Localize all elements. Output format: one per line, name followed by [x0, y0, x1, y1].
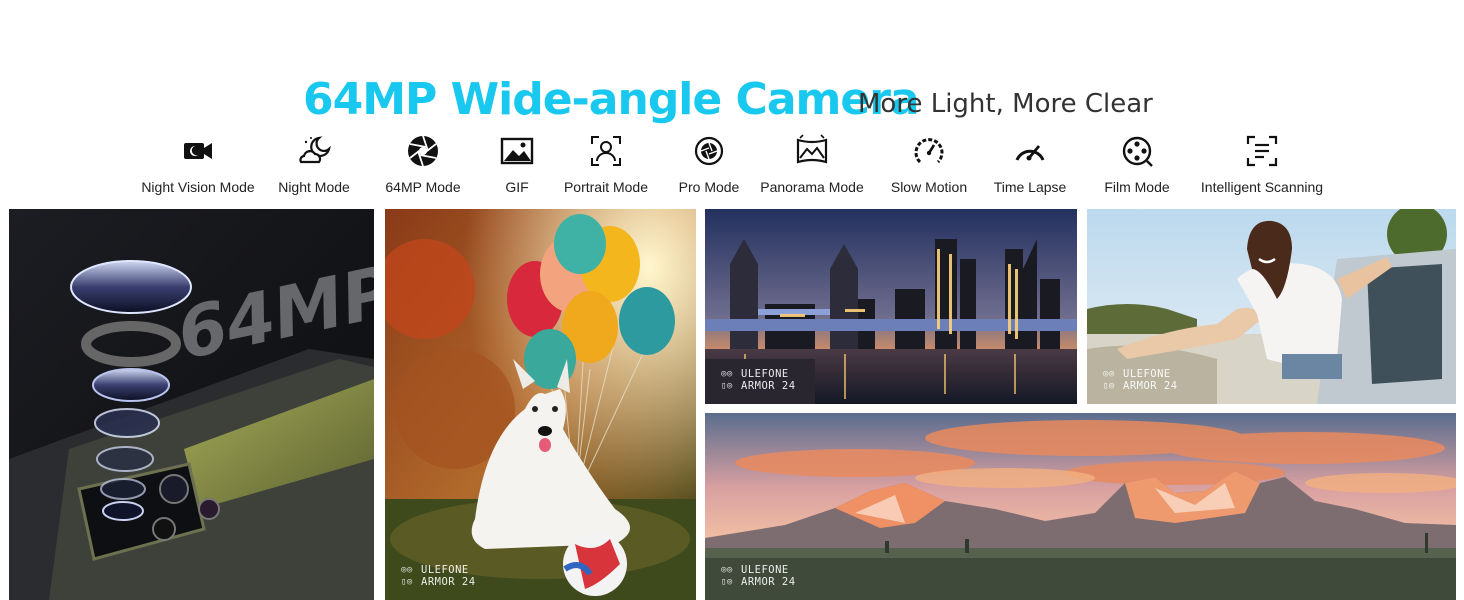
panorama-icon	[796, 134, 828, 164]
mode-intelligent-scanning: Intelligent Scanning	[1192, 132, 1332, 196]
shutter-icon	[694, 136, 724, 166]
camera-modes: Night Vision Mode Night Mode 64MP Mode G…	[0, 132, 1464, 202]
headline-subtitle: More Light, More Clear	[858, 89, 1153, 119]
camera-watermark: ◎◎ ULEFONE ▯◎ ARMOR 24	[1103, 368, 1178, 392]
watermark-brand: ULEFONE	[741, 564, 789, 576]
mode-label: Film Mode	[1104, 179, 1170, 195]
dog-photo-panel: ◎◎ ULEFONE ▯◎ ARMOR 24	[385, 209, 696, 600]
woman-car-photo-panel: ◎◎ ULEFONE ▯◎ ARMOR 24	[1087, 209, 1456, 404]
watermark-model: ARMOR 24	[421, 576, 476, 588]
camera-watermark: ◎◎ ULEFONE ▯◎ ARMOR 24	[721, 564, 796, 588]
mode-film: Film Mode	[1067, 132, 1207, 196]
city-night-photo-panel: ◎◎ ULEFONE ▯◎ ARMOR 24	[705, 209, 1077, 404]
watermark-brand: ULEFONE	[741, 368, 789, 380]
mode-label: Intelligent Scanning	[1200, 179, 1324, 195]
moon-cloud-icon	[299, 136, 331, 164]
slow-motion-icon	[914, 138, 944, 164]
film-reel-icon	[1122, 136, 1153, 167]
scan-icon	[1246, 135, 1278, 167]
portrait-icon	[591, 136, 621, 166]
headline-title: 64MP Wide-angle Camera	[303, 74, 920, 125]
camera-watermark: ◎◎ ULEFONE ▯◎ ARMOR 24	[721, 368, 796, 392]
watermark-brand: ULEFONE	[1123, 368, 1171, 380]
headline: 64MP Wide-angle Camera More Light, More …	[0, 74, 1464, 130]
watermark-brand: ULEFONE	[421, 564, 469, 576]
speedometer-icon	[1015, 145, 1045, 161]
watermark-model: ARMOR 24	[741, 380, 796, 392]
watermark-model: ARMOR 24	[1123, 380, 1178, 392]
image-icon	[500, 137, 534, 165]
aperture-icon	[408, 135, 438, 167]
mountains-photo-panel: ◎◎ ULEFONE ▯◎ ARMOR 24	[705, 413, 1456, 600]
phone-camera-panel: 64MP	[9, 209, 374, 600]
camera-watermark: ◎◎ ULEFONE ▯◎ ARMOR 24	[401, 564, 476, 588]
watermark-model: ARMOR 24	[741, 576, 796, 588]
video-camera-icon	[184, 143, 212, 159]
